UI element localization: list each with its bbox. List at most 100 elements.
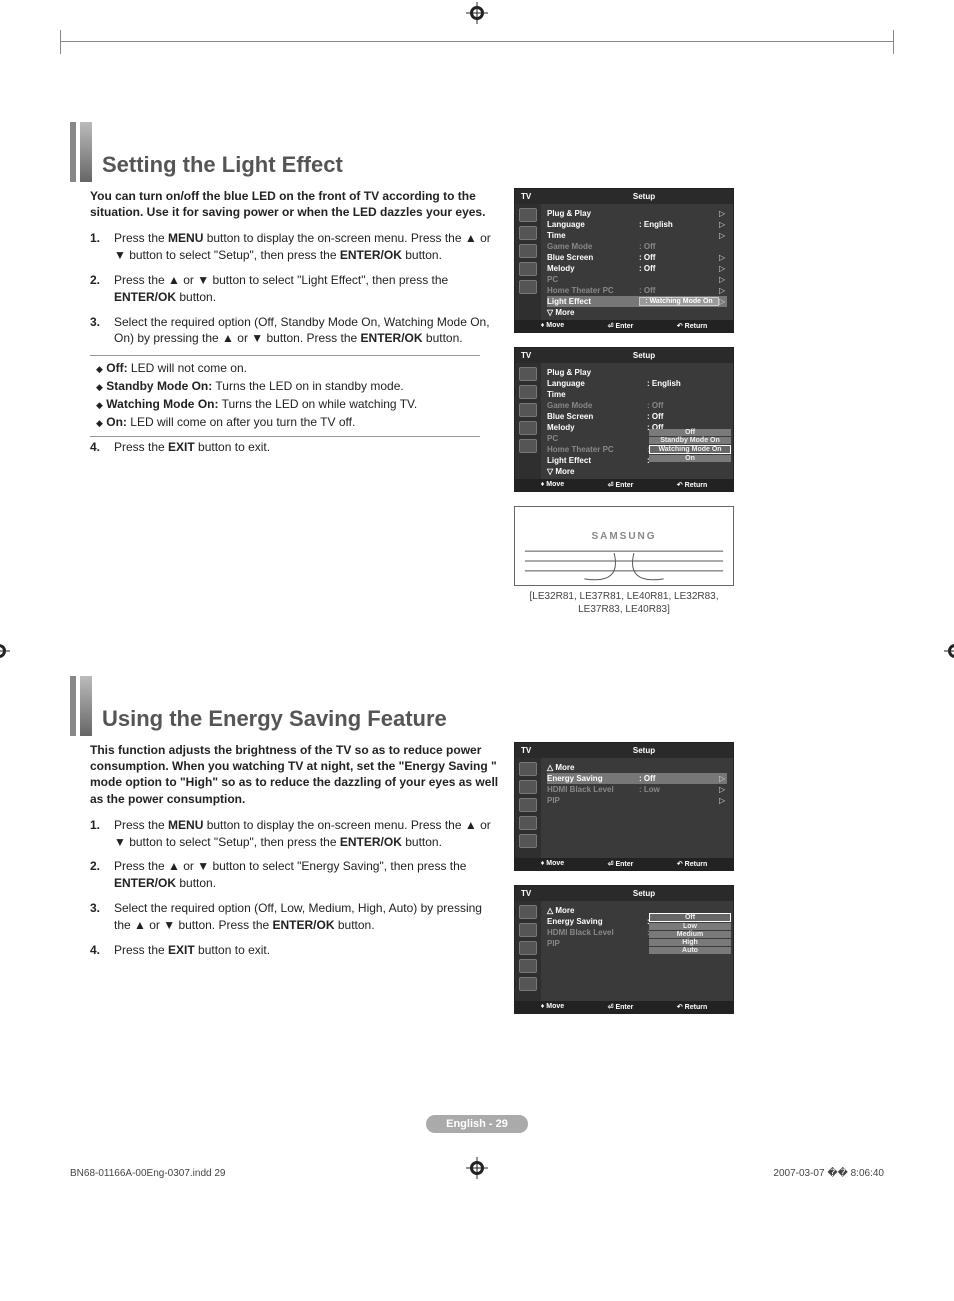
osd-footer: ♦ Move ⏎ Enter ↶ Return [515, 320, 733, 332]
section-light-effect: Setting the Light Effect You can turn on… [70, 122, 884, 616]
osd-foot-move: ♦ Move [541, 1003, 564, 1011]
step-item: 4.Press the EXIT button to exit. [90, 942, 500, 959]
step-text: Select the required option (Off, Standby… [114, 314, 500, 348]
osd-foot-move: ♦ Move [541, 322, 564, 330]
osd-foot-return: ↶ Return [677, 481, 707, 489]
section-bar-icon [80, 122, 92, 182]
osd-icon [519, 367, 537, 381]
osd-icon [519, 421, 537, 435]
osd-title: Setup [561, 192, 727, 201]
step-text: Press the ▲ or ▼ button to select "Energ… [114, 858, 500, 892]
osd-icon [519, 923, 537, 937]
osd-icon [519, 977, 537, 991]
option-item: ◆ Off: LED will not come on. [96, 360, 500, 377]
step-number: 1. [90, 230, 104, 264]
steps-list: 1.Press the MENU button to display the o… [90, 817, 500, 959]
osd-row: Blue Screen: Off [547, 411, 727, 422]
step-number: 3. [90, 314, 104, 348]
osd-tv-label: TV [521, 192, 561, 201]
page: Setting the Light Effect You can turn on… [0, 0, 954, 1193]
osd-title: Setup [561, 889, 727, 898]
osd-foot-enter: ⏎ Enter [608, 322, 634, 330]
osd-row-highlight: Light Effect: Watching Mode On▷ [547, 296, 727, 307]
option-list: ◆ Off: LED will not come on.◆ Standby Mo… [96, 360, 500, 430]
osd-row-highlight: Energy Saving: Off▷ [547, 773, 727, 784]
step-number: 2. [90, 858, 104, 892]
osd-row: Language: English [547, 378, 727, 389]
model-list: [LE32R81, LE37R81, LE40R81, LE32R83, LE3… [514, 590, 734, 616]
osd-category-icons [515, 758, 541, 858]
page-footer: English - 29 [70, 1114, 884, 1133]
intro-text: This function adjusts the brightness of … [90, 742, 500, 807]
osd-option: Off [649, 913, 731, 922]
option-item: ◆ Watching Mode On: Turns the LED on whi… [96, 396, 500, 413]
osd-foot-move: ♦ Move [541, 860, 564, 868]
osd-setup-light-effect: TVSetup Plug & Play▷Language: English▷Ti… [514, 188, 734, 333]
osd-option: Low [649, 923, 731, 930]
osd-category-icons [515, 363, 541, 479]
tv-brand: SAMSUNG [515, 531, 733, 542]
registration-mark-icon [466, 1157, 488, 1179]
osd-row: Game Mode: Off [547, 400, 727, 411]
osd-option-popup: OffLowMediumHighAuto [649, 913, 731, 955]
step-number: 4. [90, 942, 104, 959]
section-energy-saving: Using the Energy Saving Feature This fun… [70, 676, 884, 1014]
osd-icon [519, 244, 537, 258]
osd-icon [519, 834, 537, 848]
registration-mark-icon [944, 640, 954, 662]
osd-icon [519, 816, 537, 830]
osd-row: HDMI Black Level: Low▷ [547, 784, 727, 795]
osd-row: Time▷ [547, 230, 727, 241]
osd-row: PIP▷ [547, 795, 727, 806]
osd-option: Auto [649, 947, 731, 954]
osd-foot-return: ↶ Return [677, 1003, 707, 1011]
osd-row: Home Theater PC: Off▷ [547, 285, 727, 296]
osd-more: ▽ More [547, 466, 727, 477]
osd-icon [519, 385, 537, 399]
osd-category-icons [515, 204, 541, 320]
steps-list: 1.Press the MENU button to display the o… [90, 230, 500, 347]
osd-icon [519, 905, 537, 919]
section-bar-icon [70, 122, 76, 182]
page-number-pill: English - 29 [426, 1115, 528, 1133]
osd-row: Plug & Play▷ [547, 208, 727, 219]
osd-category-icons [515, 901, 541, 1001]
osd-title: Setup [561, 746, 727, 755]
step-item: 2.Press the ▲ or ▼ button to select "Lig… [90, 272, 500, 306]
osd-foot-return: ↶ Return [677, 860, 707, 868]
section-bar-icon [70, 676, 76, 736]
osd-icon [519, 403, 537, 417]
osd-tv-label: TV [521, 889, 561, 898]
osd-icon [519, 941, 537, 955]
osd-foot-return: ↶ Return [677, 322, 707, 330]
osd-icon [519, 280, 537, 294]
section-bar-icon [80, 676, 92, 736]
osd-setup-energy-saving: TVSetup △ MoreEnergy Saving: Off▷HDMI Bl… [514, 742, 734, 871]
osd-row: Language: English▷ [547, 219, 727, 230]
osd-icon [519, 226, 537, 240]
step-number: 1. [90, 817, 104, 851]
osd-icon [519, 262, 537, 276]
osd-icon [519, 798, 537, 812]
osd-row: Game Mode: Off [547, 241, 727, 252]
step-item: 3. Select the required option (Off, Stand… [90, 314, 500, 348]
divider [90, 355, 480, 356]
osd-more: ▽ More [547, 307, 727, 318]
step-text: Press the ▲ or ▼ button to select "Light… [114, 272, 500, 306]
osd-foot-enter: ⏎ Enter [608, 860, 634, 868]
section-title: Setting the Light Effect [102, 152, 343, 182]
step-number: 3. [90, 900, 104, 934]
osd-option: Medium [649, 931, 731, 938]
osd-setup-energy-saving-options: TVSetup △ MoreEnergy Saving:HDMI Black L… [514, 885, 734, 1014]
step-text: Select the required option (Off, Low, Me… [114, 900, 500, 934]
osd-more: △ More [547, 762, 727, 773]
imprint-time: 2007-03-07 �� 8:06:40 [773, 1168, 884, 1179]
intro-text: You can turn on/off the blue LED on the … [90, 188, 500, 220]
osd-setup-light-effect-options: TVSetup Plug & PlayLanguage: EnglishTime… [514, 347, 734, 492]
osd-tv-label: TV [521, 351, 561, 360]
registration-mark-icon [466, 2, 488, 24]
osd-icon [519, 208, 537, 222]
osd-footer: ♦ Move⏎ Enter↶ Return [515, 479, 733, 491]
osd-footer: ♦ Move⏎ Enter↶ Return [515, 1001, 733, 1013]
osd-row: Melody: Off▷ [547, 263, 727, 274]
